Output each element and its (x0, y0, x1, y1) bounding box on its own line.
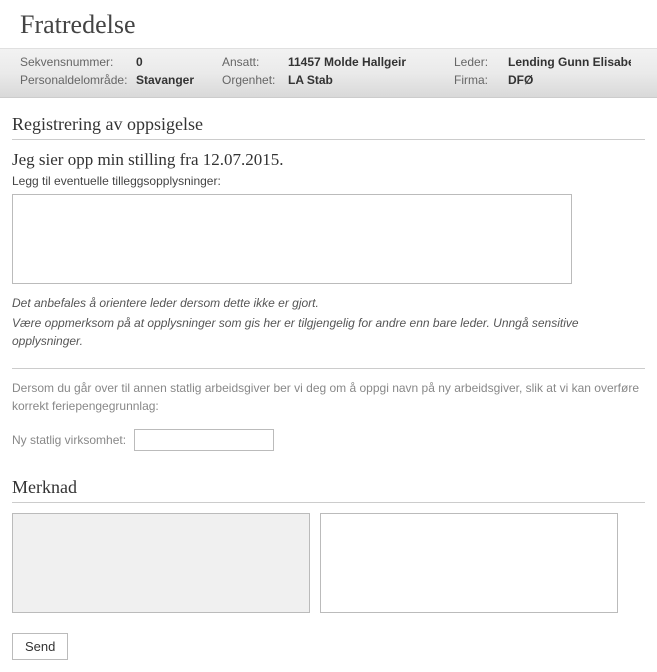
merknad-left-textarea[interactable] (12, 513, 310, 613)
firma-value: DFØ (508, 73, 631, 87)
new-employer-label: Ny statlig virksomhet: (12, 433, 126, 447)
leder-value: Lending Gunn Elisabeth Løl (508, 55, 631, 69)
orgenhet-value: LA Stab (288, 73, 448, 87)
header-info-bar: Sekvensnummer: Personaldelområde: 0 Stav… (0, 48, 657, 98)
seq-value: 0 (136, 55, 216, 69)
note-orient-leader: Det anbefales å orientere leder dersom d… (12, 294, 645, 312)
leder-label: Leder: (454, 55, 502, 69)
orgenhet-label: Orgenhet: (222, 73, 282, 87)
merknad-right-textarea[interactable] (320, 513, 618, 613)
ansatt-value: 11457 Molde Hallgeir (288, 55, 448, 69)
firma-label: Firma: (454, 73, 502, 87)
extra-info-label: Legg til eventuelle tilleggsopplysninger… (12, 174, 645, 188)
extra-info-textarea[interactable] (12, 194, 572, 284)
ansatt-label: Ansatt: (222, 55, 282, 69)
send-button[interactable]: Send (12, 633, 68, 660)
note-sensitive: Være oppmerksom på at opplysninger som g… (12, 314, 645, 350)
section-registration-heading: Registrering av oppsigelse (12, 106, 645, 140)
new-employer-input[interactable] (134, 429, 274, 451)
transfer-info-text: Dersom du går over til annen statlig arb… (12, 379, 645, 415)
seq-label: Sekvensnummer: (20, 55, 130, 69)
area-label: Personaldelområde: (20, 73, 130, 87)
divider (12, 368, 645, 369)
page-title: Fratredelse (0, 0, 657, 48)
section-merknad-heading: Merknad (12, 469, 645, 503)
area-value: Stavanger (136, 73, 216, 87)
resignation-statement: Jeg sier opp min stilling fra 12.07.2015… (12, 150, 645, 170)
